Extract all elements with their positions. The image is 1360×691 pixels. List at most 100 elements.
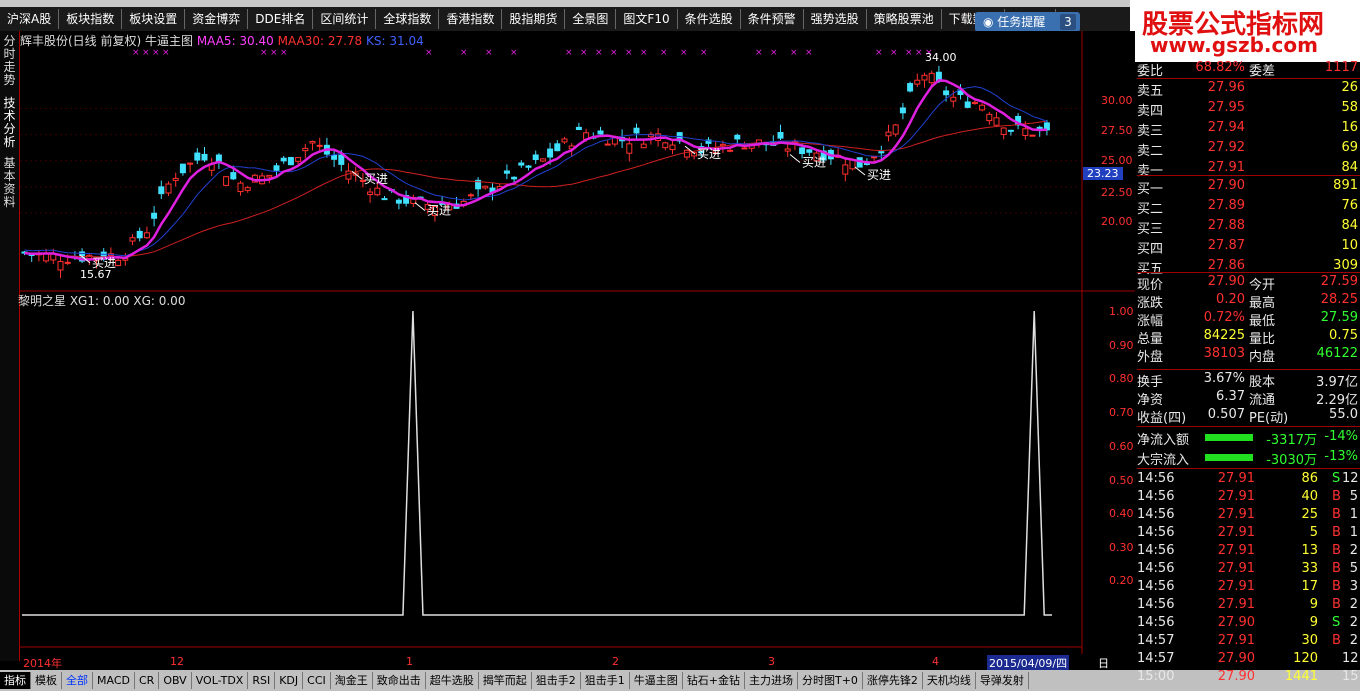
volume: 891 <box>1333 178 1358 193</box>
indicator-tab[interactable]: 超牛选股 <box>426 672 479 689</box>
task-reminder-count: 3 <box>1060 14 1076 30</box>
value: 84225 <box>1203 328 1245 343</box>
tick-time: 14:56 <box>1137 525 1175 540</box>
date-axis: 2014年 12 1 2 3 4 2015/04/09/四 日线 <box>20 654 1109 686</box>
ma30-legend: MAA30: 27.78 <box>277 34 363 48</box>
candle-body <box>273 165 280 171</box>
tab-technical[interactable]: 技术分析 <box>1 97 18 149</box>
buy-signal-label: 买进 <box>427 204 451 218</box>
ind-tick: 0.60 <box>1109 440 1134 453</box>
indicator-tab[interactable]: 指标 <box>0 672 31 689</box>
bid-row: 买三 27.88 84 <box>1137 218 1360 237</box>
candle-body <box>907 83 914 92</box>
candle-body <box>741 147 748 150</box>
nav-item[interactable]: 图文F10 <box>616 9 678 29</box>
candle-body <box>604 143 611 146</box>
tab-intraday[interactable]: 分时走势 <box>1 35 18 87</box>
indicator-tab[interactable]: CR <box>135 672 160 689</box>
task-reminder-button[interactable]: ◉ 任务提醒 3 <box>975 12 1080 32</box>
indicator-tab[interactable]: 主力进场 <box>745 672 798 689</box>
tick-price: 27.91 <box>1217 543 1255 558</box>
bid-row: 买二 27.89 76 <box>1137 198 1360 217</box>
tick-volume: 5 <box>1309 525 1318 540</box>
candle-body <box>633 127 640 134</box>
tick-row: 14:56 27.91 9 B 2 <box>1137 597 1360 615</box>
ind-tick: 0.80 <box>1109 372 1134 385</box>
label: 卖三 <box>1137 124 1164 139</box>
x-marker: × <box>280 48 288 58</box>
indicator-tab[interactable]: KDJ <box>275 672 304 689</box>
candle-body <box>64 261 71 264</box>
indicator-tab[interactable]: 模板 <box>31 672 62 689</box>
tick-side: B <box>1332 561 1341 576</box>
nav-item[interactable]: 资金博弈 <box>185 9 249 29</box>
ask-row: 卖二 27.92 69 <box>1137 140 1360 159</box>
nav-item[interactable]: DDE排名 <box>248 9 314 29</box>
nav-item[interactable]: 沪深A股 <box>0 9 60 29</box>
indicator-tab[interactable]: 导弹发射 <box>976 672 1029 689</box>
x-marker: × <box>680 48 688 58</box>
value: 3.67% <box>1203 371 1245 386</box>
indicator-tab[interactable]: VOL-TDX <box>192 672 249 689</box>
indicator-pane-title: 黎明之星 XG1: 0.00 XG: 0.00 <box>18 294 186 308</box>
x-marker: × <box>152 48 160 58</box>
price-pane-title: 辉丰股份(日线 前复权) 牛逼主图 <box>20 34 193 48</box>
tick-price: 27.91 <box>1217 489 1255 504</box>
indicator-tab[interactable]: 分时图T+0 <box>798 672 863 689</box>
nav-item[interactable]: 板块设置 <box>122 9 186 29</box>
candle-body <box>295 157 302 162</box>
ask-row: 卖五 27.96 26 <box>1137 80 1360 99</box>
indicator-tab[interactable]: MACD <box>93 672 135 689</box>
nav-item[interactable]: 全球指数 <box>376 9 440 29</box>
x-marker: × <box>425 48 433 58</box>
label: 流通 <box>1249 393 1276 408</box>
tick-side: B <box>1332 489 1341 504</box>
price-pane-legend: 辉丰股份(日线 前复权) 牛逼主图 MAA5: 30.40 MAA30: 27.… <box>20 32 424 49</box>
candle-body <box>151 212 158 219</box>
chart-area[interactable]: 买进买进买进买进买进买进 × × × × × × × × × × × × × × × × × × × × × × × × × × ×… <box>20 31 1135 654</box>
tick-count: 5 <box>1349 489 1358 504</box>
task-reminder-label: 任务提醒 <box>997 15 1046 29</box>
indicator-tab[interactable]: 天机均线 <box>923 672 976 689</box>
nav-item[interactable]: 香港指数 <box>439 9 503 29</box>
indicator-tab[interactable]: RSI <box>248 672 276 689</box>
tab-fundamentals[interactable]: 基本资料 <box>1 157 18 209</box>
nav-item[interactable]: 板块指数 <box>59 9 123 29</box>
indicator-tab[interactable]: 牛逼主图 <box>630 672 683 689</box>
indicator-tab[interactable]: 淘金王 <box>331 672 373 689</box>
indicator-tab[interactable]: 揭竿而起 <box>479 672 532 689</box>
nav-item[interactable]: 强势选股 <box>804 9 867 29</box>
tick-price: 27.91 <box>1217 597 1255 612</box>
value: -3317万 <box>1266 433 1317 448</box>
pct: -13% <box>1324 449 1358 464</box>
indicator-tab[interactable]: 致命出击 <box>373 672 426 689</box>
indicator-tab[interactable]: 狙击手2 <box>532 672 581 689</box>
buy-signal-label: 买进 <box>364 172 388 186</box>
price: 27.92 <box>1207 140 1245 155</box>
value: 0.75 <box>1329 328 1358 343</box>
nav-item[interactable]: 股指期货 <box>502 9 566 29</box>
price: 27.96 <box>1207 80 1245 95</box>
tick-volume: 86 <box>1301 471 1318 486</box>
indicator-tab[interactable]: 全部 <box>62 672 93 689</box>
candle-body <box>554 143 561 152</box>
nav-item[interactable]: 区间统计 <box>313 9 377 29</box>
candle-body <box>727 149 734 152</box>
nav-item[interactable]: 策略股票池 <box>867 9 942 29</box>
indicator-tab[interactable]: OBV <box>159 672 192 689</box>
x-marker: × <box>660 48 668 58</box>
tick-volume: 13 <box>1301 543 1318 558</box>
weibi-row: 委比 68.82% 委差 1117 <box>1137 60 1360 79</box>
candle-body <box>777 131 784 139</box>
nav-item[interactable]: 全景图 <box>565 9 617 29</box>
label: 买一 <box>1137 182 1164 197</box>
indicator-tab[interactable]: CCI <box>303 672 331 689</box>
nav-item[interactable]: 条件选股 <box>678 9 741 29</box>
indicator-tab[interactable]: 涨停先锋2 <box>863 672 923 689</box>
nav-item[interactable]: 条件预警 <box>741 9 804 29</box>
label: 收益(四) <box>1137 411 1187 426</box>
indicator-tab[interactable]: 钻石+金钻 <box>683 672 745 689</box>
candle-body <box>518 162 525 166</box>
indicator-tab[interactable]: 狙击手1 <box>581 672 630 689</box>
x-marker: × <box>875 48 883 58</box>
